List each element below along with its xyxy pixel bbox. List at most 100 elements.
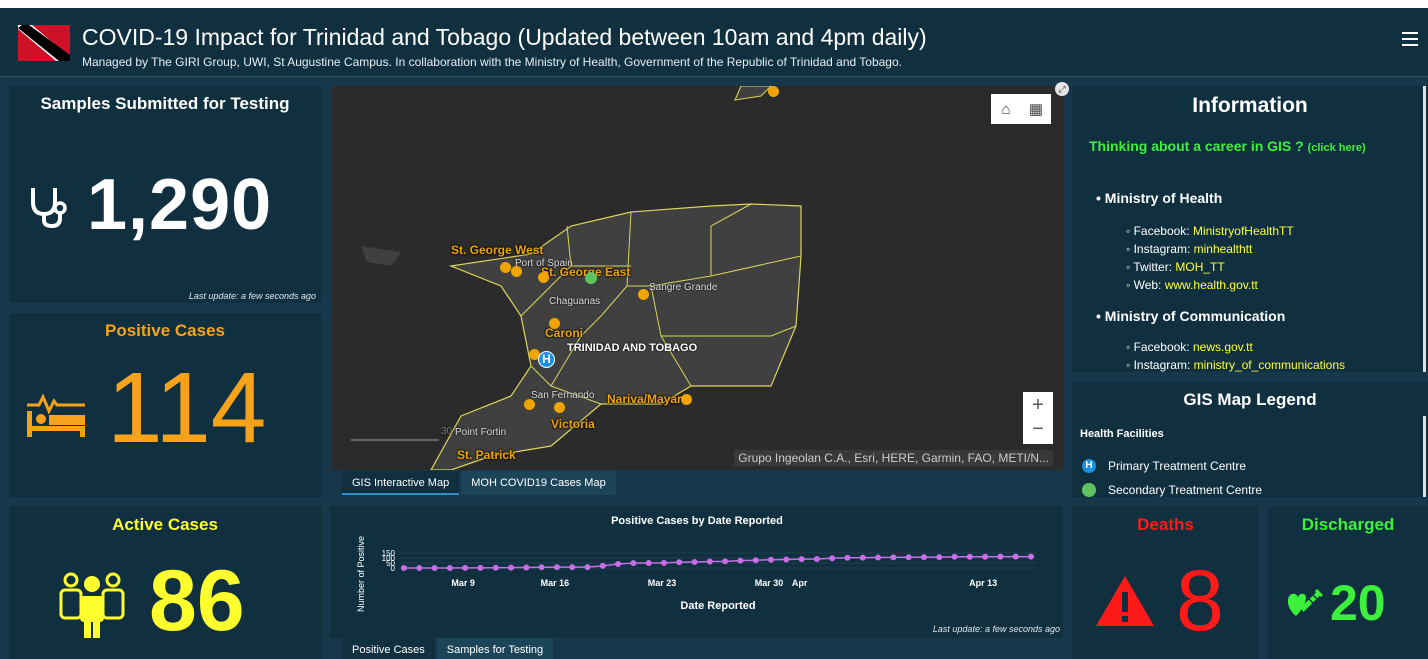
facility-marker[interactable] [681, 394, 692, 405]
moh-facebook-link[interactable]: MinistryofHealthTT [1193, 224, 1294, 238]
legend-secondary-label: Secondary Treatment Centre [1108, 483, 1263, 497]
x-tick-label: Mar 9 [451, 578, 475, 588]
samples-title: Samples Submitted for Testing [40, 94, 290, 113]
chart-tabs: Positive Cases Samples for Testing [342, 638, 555, 659]
moh-twitter-link[interactable]: MOH_TT [1175, 260, 1224, 274]
data-point [630, 560, 637, 567]
y-axis-label: Number of Positive [356, 536, 366, 612]
moc-section: • Ministry of Communication ◦ Facebook: … [1096, 308, 1346, 372]
expand-icon[interactable]: ⤢ [1055, 82, 1069, 96]
data-point [890, 554, 897, 561]
map-label-point-fortin: Point Fortin [455, 427, 507, 438]
map-scale-bar [351, 439, 439, 441]
legend-title: GIS Map Legend [1183, 390, 1317, 409]
data-point [752, 557, 759, 564]
legend-scrollbar[interactable] [1423, 416, 1426, 497]
chart-last-update: Last update: a few seconds ago [932, 624, 1060, 634]
map-label-sangre-grande: Sangre Grande [649, 282, 718, 293]
home-icon[interactable]: ⌂ [991, 94, 1021, 124]
hamburger-icon[interactable] [1402, 32, 1418, 46]
data-point [416, 565, 423, 571]
facility-marker[interactable] [554, 402, 565, 413]
x-tick-label: Mar 23 [648, 578, 677, 588]
positive-cases-chart[interactable]: 150100500Number of Positive Mar 9 Mar 16 Ma… [331, 506, 1063, 638]
info-scrollbar[interactable] [1423, 86, 1426, 372]
legend-secondary: Secondary Treatment Centre [1082, 483, 1262, 497]
tab-samples-for-testing[interactable]: Samples for Testing [436, 638, 554, 659]
moh-instagram-link[interactable]: minhealthtt [1194, 242, 1253, 256]
x-tick-label: Mar 30 [755, 578, 784, 588]
moh-instagram-label: Instagram: [1133, 242, 1194, 256]
moc-facebook-label: Facebook: [1133, 340, 1193, 354]
primary-treatment-marker[interactable]: H [538, 351, 555, 368]
facility-marker[interactable] [500, 262, 511, 273]
stethoscope-icon [31, 188, 67, 229]
map-toolbar: ⌂ ▦ [991, 94, 1051, 124]
data-point [722, 558, 729, 565]
qr-grid-icon[interactable]: ▦ [1021, 94, 1051, 124]
gis-map[interactable]: St. George West Port of Spain St. George… [331, 86, 1063, 470]
moh-facebook-label: Facebook: [1133, 224, 1193, 238]
samples-panel: Samples Submitted for Testing 1,290 Last… [9, 86, 321, 303]
facility-marker[interactable] [538, 272, 549, 283]
active-panel: Active Cases 86 [9, 506, 321, 659]
data-point [431, 565, 438, 571]
data-point [569, 564, 576, 571]
map-label-country: TRINIDAD AND TOBAGO [567, 342, 698, 354]
data-point [538, 564, 545, 571]
map-label-nariva-mayaro: Nariva/Mayaro [607, 392, 690, 406]
positive-title: Positive Cases [104, 321, 225, 340]
page-subtitle: Managed by The GIRI Group, UWI, St Augus… [82, 55, 902, 69]
data-point [660, 559, 667, 566]
deaths-panel: Deaths 8 [1072, 506, 1259, 659]
map-canvas [331, 86, 1063, 470]
x-tick-label: Apr 13 [969, 578, 997, 588]
moc-heading: Ministry of Communication [1104, 308, 1286, 324]
x-tick-label: Apr [792, 578, 808, 588]
data-point [508, 564, 515, 571]
facility-marker[interactable] [524, 399, 535, 410]
tab-moh-cases-map[interactable]: MOH COVID19 Cases Map [461, 471, 616, 495]
career-link-text[interactable]: Thinking about a career in GIS ? [1089, 138, 1304, 154]
data-point [798, 556, 805, 563]
secondary-facility-marker[interactable] [585, 272, 597, 284]
samples-value: 1,290 [87, 165, 273, 245]
secondary-centre-icon [1082, 483, 1096, 497]
data-point [768, 556, 775, 563]
data-point [997, 553, 1004, 560]
data-point [584, 564, 591, 571]
data-point [492, 564, 499, 571]
career-click-here[interactable]: (click here) [1308, 142, 1366, 154]
data-point [859, 554, 866, 561]
data-point [645, 560, 652, 566]
tab-gis-interactive-map[interactable]: GIS Interactive Map [342, 471, 460, 495]
information-title: Information [1192, 94, 1308, 117]
moh-web-link[interactable]: www.health.gov.tt [1165, 278, 1258, 292]
x-tick-label: Mar 16 [541, 578, 570, 588]
x-axis-label: Date Reported [680, 600, 755, 612]
zoom-out-button[interactable]: − [1023, 416, 1053, 444]
moh-section: • Ministry of Health ◦ Facebook: Ministr… [1096, 190, 1294, 292]
positive-panel: Positive Cases 114 [9, 313, 321, 497]
facility-marker[interactable] [549, 318, 560, 329]
data-point [920, 554, 927, 561]
moh-twitter-label: Twitter: [1133, 260, 1176, 274]
map-label-victoria: Victoria [551, 417, 595, 431]
information-panel: Information Thinking about a career in G… [1072, 86, 1428, 372]
map-label-san-fernando: San Fernando [531, 390, 595, 401]
data-point [905, 554, 912, 561]
deaths-value: 8 [1176, 553, 1224, 649]
data-point [553, 564, 560, 571]
tab-positive-cases[interactable]: Positive Cases [342, 638, 435, 659]
moc-facebook-link[interactable]: news.gov.tt [1193, 340, 1253, 354]
facility-marker[interactable] [638, 289, 649, 300]
moh-heading: Ministry of Health [1104, 190, 1223, 206]
career-link[interactable]: Thinking about a career in GIS ? (click … [1089, 138, 1366, 154]
facility-marker[interactable] [511, 266, 522, 277]
legend-section: Health Facilities [1080, 428, 1164, 440]
header-bar: COVID-19 Impact for Trinidad and Tobago … [0, 8, 1428, 77]
moc-instagram-label: Instagram: [1133, 358, 1194, 372]
moc-instagram-link[interactable]: ministry_of_communications [1194, 358, 1345, 372]
facility-marker[interactable] [768, 86, 779, 97]
data-point [737, 557, 744, 564]
